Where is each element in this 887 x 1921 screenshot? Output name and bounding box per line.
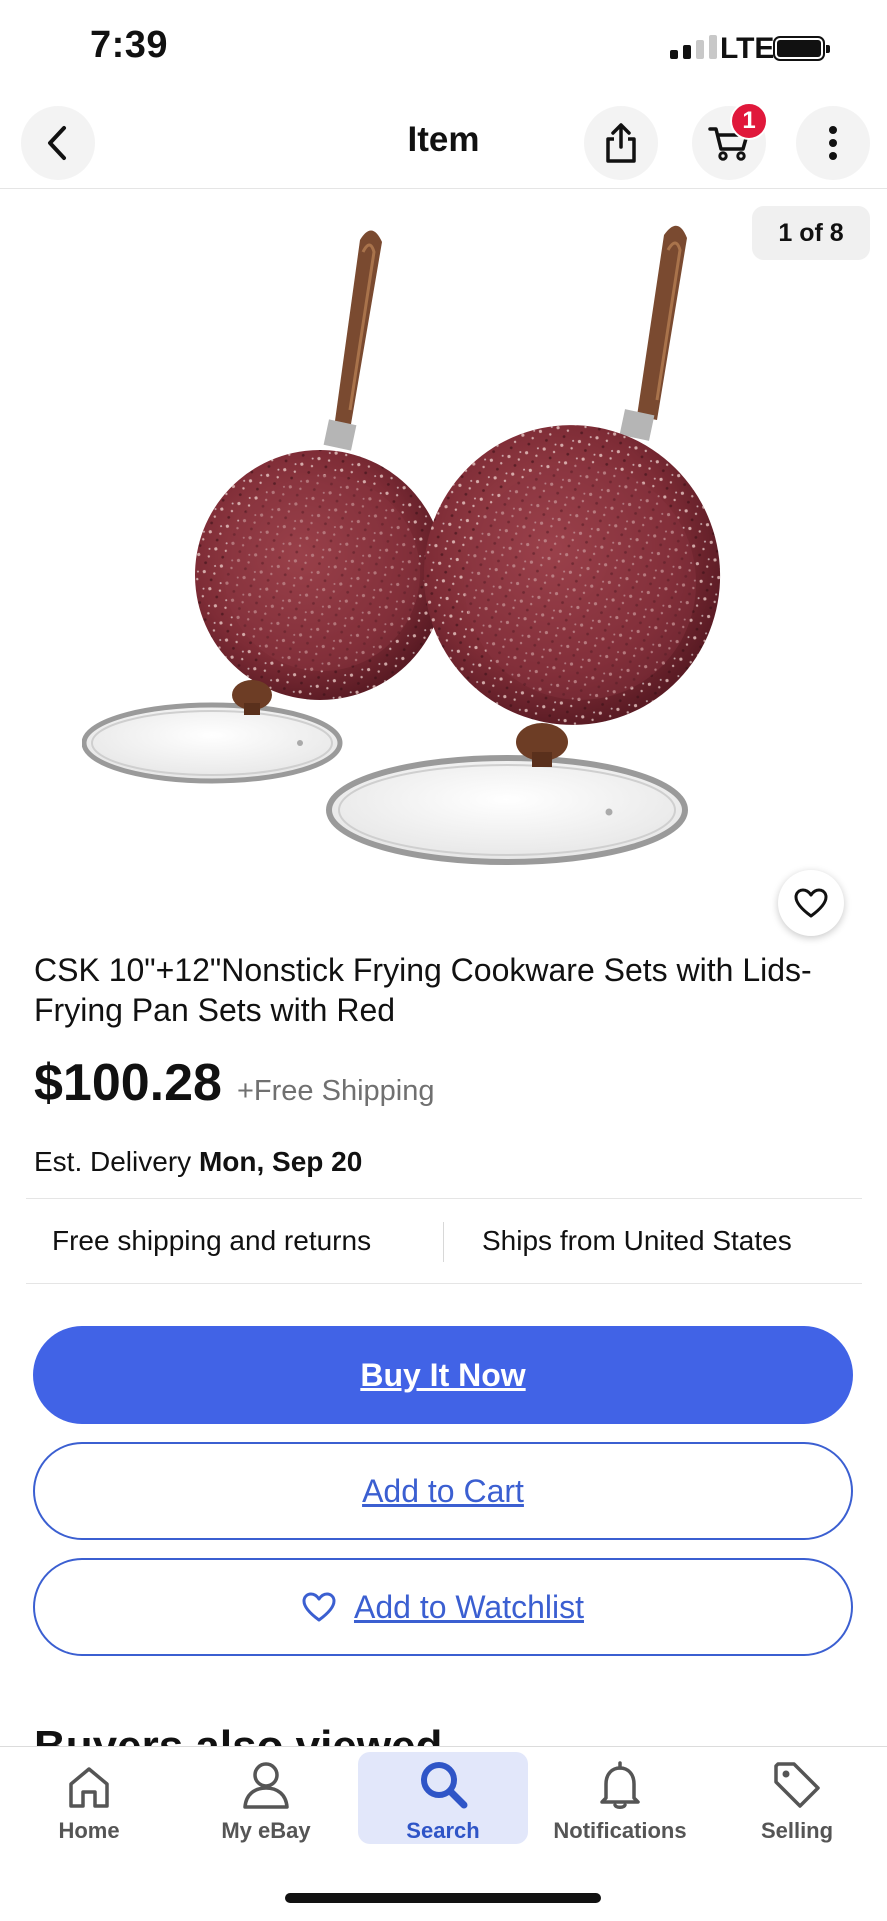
tab-home-label: Home — [58, 1818, 120, 1843]
divider — [26, 1283, 862, 1284]
add-to-cart-button[interactable]: Add to Cart — [33, 1442, 853, 1540]
more-options-button[interactable] — [796, 106, 870, 180]
home-indicator[interactable] — [285, 1893, 601, 1903]
feature-free-shipping-returns[interactable]: Free shipping and returns — [52, 1225, 371, 1257]
image-counter: 1 of 8 — [752, 206, 870, 260]
product-image[interactable] — [81, 190, 802, 905]
product-price: $100.28 — [34, 1054, 222, 1112]
home-icon — [69, 1767, 109, 1808]
user-icon — [243, 1762, 289, 1809]
tab-search-label: Search — [406, 1818, 480, 1843]
add-to-watchlist-button[interactable]: Add to Watchlist — [33, 1558, 853, 1656]
tab-my-ebay[interactable]: My eBay — [181, 1752, 351, 1844]
heart-icon — [794, 888, 828, 918]
frying-pans-illustration — [81, 225, 721, 865]
add-to-watchlist-label: Add to Watchlist — [353, 1588, 584, 1625]
cart-count-badge: 1 — [730, 102, 768, 140]
nav-divider — [0, 188, 887, 189]
tab-notifications[interactable]: Notifications — [535, 1752, 705, 1844]
tab-selling[interactable]: Selling — [712, 1752, 882, 1844]
share-icon — [606, 123, 636, 163]
feature-ships-from[interactable]: Ships from United States — [482, 1225, 792, 1257]
image-watch-button[interactable] — [778, 870, 844, 936]
share-button[interactable] — [584, 106, 658, 180]
heart-icon — [302, 1592, 336, 1622]
tab-search[interactable]: Search — [358, 1752, 528, 1844]
tab-my-ebay-label: My eBay — [221, 1818, 311, 1843]
tab-home[interactable]: Home — [4, 1752, 174, 1844]
network-type: LTE — [720, 32, 775, 65]
shipping-note: +Free Shipping — [237, 1075, 435, 1107]
search-icon — [421, 1762, 468, 1809]
delivery-prefix: Est. Delivery — [34, 1146, 199, 1177]
status-time: 7:39 — [90, 24, 169, 66]
tab-notifications-label: Notifications — [553, 1818, 687, 1843]
divider — [26, 1198, 862, 1199]
battery-icon — [773, 36, 830, 61]
tag-icon — [774, 1762, 820, 1808]
tab-selling-label: Selling — [760, 1818, 834, 1843]
delivery-date: Mon, Sep 20 — [198, 1146, 363, 1177]
bell-icon — [600, 1761, 640, 1809]
cellular-signal-icon — [670, 35, 717, 59]
product-title: CSK 10"+12"Nonstick Frying Cookware Sets… — [34, 952, 812, 1028]
feature-separator — [443, 1222, 444, 1262]
buy-it-now-button[interactable]: Buy It Now — [33, 1326, 853, 1424]
more-vertical-icon — [829, 126, 837, 160]
estimated-delivery: Est. Delivery Mon, Sep 20 — [34, 1146, 362, 1178]
